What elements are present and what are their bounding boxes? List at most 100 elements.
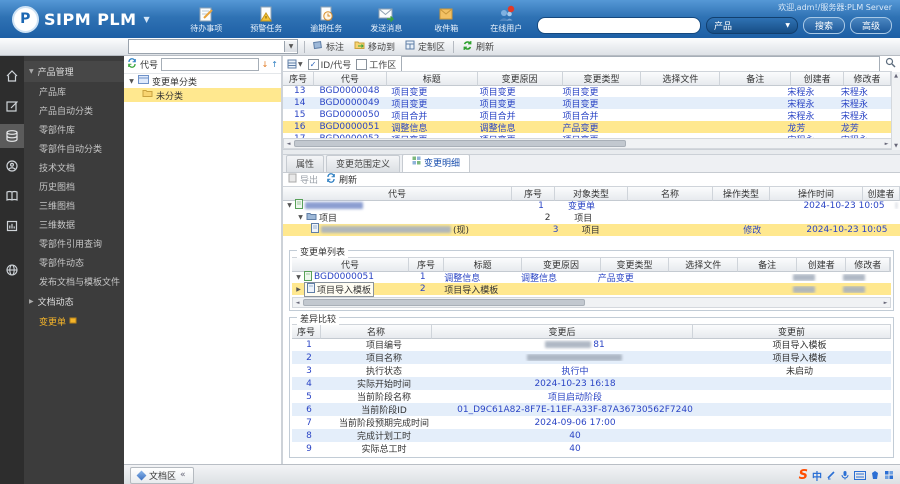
tree-root-change-order-classes[interactable]: ▼ 变更单分类: [124, 74, 281, 88]
change-order-code-link[interactable]: BGD0000050: [316, 110, 388, 120]
sidebar-item-parts-activity[interactable]: 零部件动态: [24, 253, 124, 272]
sidebar-item-product-library[interactable]: 产品库: [24, 82, 124, 101]
row-collapse-icon[interactable]: ▼: [297, 214, 304, 221]
app-logo[interactable]: P SIPM PLM ▼: [0, 5, 162, 33]
table-row-selected[interactable]: 16 BGD0000051 调整信息 调整信息 产品变更 龙芳 龙芳: [283, 121, 892, 134]
sidebar-item-technical-docs[interactable]: 技术文档: [24, 158, 124, 177]
ime-grid-icon[interactable]: [884, 470, 894, 480]
tree-table-row[interactable]: ▼ 项目 2 项目: [283, 212, 900, 224]
tab-change-details[interactable]: 变更明细: [402, 153, 471, 172]
change-order-code-link[interactable]: BGD0000051: [316, 122, 388, 132]
sidebar-item-parts-auto-classify[interactable]: 零部件自动分类: [24, 139, 124, 158]
send-message-button[interactable]: 发送消息: [356, 5, 416, 34]
move-to-button[interactable]: 移动到: [352, 40, 397, 53]
column-header[interactable]: 创建者: [863, 185, 900, 201]
column-header[interactable]: 创建者: [797, 257, 847, 272]
export-button[interactable]: 导出: [288, 173, 318, 186]
change-order-code-link[interactable]: BGD0000048: [316, 86, 388, 96]
todo-items-button[interactable]: 待办事项: [176, 5, 236, 34]
scroll-left-icon[interactable]: ◄: [284, 141, 293, 147]
sidebar-group-document-activity[interactable]: ▶ 文档动态: [24, 291, 124, 312]
ime-pen-icon[interactable]: [826, 470, 836, 480]
row-collapse-icon[interactable]: ▼: [295, 274, 302, 281]
diff-row[interactable]: 7 当前阶段预期完成时间 2024-09-06 17:00: [292, 416, 891, 430]
ime-mic-icon[interactable]: [840, 470, 850, 480]
scroll-right-icon[interactable]: ►: [881, 300, 890, 306]
sidebar-item-parts-reference-query[interactable]: 零部件引用查询: [24, 234, 124, 253]
search-category-select[interactable]: 产品 ▼: [705, 17, 798, 34]
sogou-logo-icon[interactable]: S: [799, 469, 808, 482]
sidebar-item-product-auto-classify[interactable]: 产品自动分类: [24, 101, 124, 120]
overdue-tasks-button[interactable]: 逾期任务: [296, 5, 356, 34]
column-header[interactable]: 操作时间: [770, 185, 863, 201]
scrollbar-thumb[interactable]: [303, 299, 585, 306]
column-header[interactable]: 变更前: [693, 324, 891, 339]
diff-row[interactable]: 1 项目编号 81 项目导入模板: [292, 338, 891, 352]
scroll-up-icon[interactable]: ▲: [892, 73, 900, 79]
refresh-button[interactable]: 刷新: [460, 40, 496, 54]
online-users-button[interactable]: 在线用户: [476, 5, 536, 34]
column-header[interactable]: 选择文件: [641, 71, 721, 86]
diff-row[interactable]: 6 当前阶段ID 01_D9C61A82-8F7E-11EF-A33F-87A3…: [292, 403, 891, 416]
annotate-button[interactable]: 标注: [311, 40, 346, 53]
advanced-search-button[interactable]: 高级: [849, 17, 892, 34]
column-header[interactable]: 操作类型: [713, 185, 770, 201]
ime-keyboard-icon[interactable]: [854, 470, 866, 480]
checkbox-checked-icon[interactable]: ✓: [307, 58, 319, 70]
view-menu-button[interactable]: ▼: [287, 59, 303, 69]
scroll-down-icon[interactable]: ▼: [892, 143, 900, 149]
warning-tasks-button[interactable]: 预警任务: [236, 5, 296, 34]
diff-row[interactable]: 2 项目名称 项目导入模板: [292, 351, 891, 364]
report-chart-icon[interactable]: [0, 214, 24, 238]
list-row-selected[interactable]: ▶ 项目导入模板 2 项目导入模板: [292, 281, 891, 297]
diff-row[interactable]: 9 实际总工时 40: [292, 442, 891, 456]
column-header[interactable]: 选择文件: [669, 257, 739, 272]
ime-skin-icon[interactable]: [870, 470, 880, 480]
column-header[interactable]: 备注: [738, 257, 798, 272]
document-area-tab[interactable]: 文档区 «: [130, 466, 194, 484]
book-icon[interactable]: [0, 184, 24, 208]
table-row[interactable]: 14 BGD0000049 项目变更 项目变更 项目变更 宋程永 宋程永: [283, 97, 892, 110]
sidebar-item-history-drawings[interactable]: 历史图档: [24, 177, 124, 196]
collapse-chevron-icon[interactable]: «: [180, 470, 186, 480]
checkbox-unchecked-icon[interactable]: [356, 58, 368, 70]
sidebar-item-change-order-selected[interactable]: 变更单: [24, 312, 124, 331]
tree-filter-input[interactable]: [161, 58, 259, 71]
row-collapse-icon[interactable]: ▼: [286, 202, 293, 209]
row-expand-icon[interactable]: ▶: [295, 286, 302, 293]
diff-row[interactable]: 5 当前阶段名称 项目启动阶段: [292, 390, 891, 404]
scrollbar-thumb[interactable]: [294, 140, 626, 147]
edit-icon[interactable]: [0, 94, 24, 118]
global-search-input[interactable]: [536, 17, 701, 34]
search-button[interactable]: 搜索: [802, 17, 845, 34]
filter-sort-icon[interactable]: ↑: [271, 60, 278, 69]
change-order-code-link[interactable]: BGD0000049: [316, 98, 388, 108]
globe-icon[interactable]: [0, 258, 24, 282]
data-library-icon[interactable]: [0, 124, 24, 148]
tab-properties[interactable]: 属性: [286, 154, 325, 172]
column-header[interactable]: 变更后: [432, 324, 693, 339]
horizontal-scrollbar[interactable]: ◄ ►: [283, 138, 892, 149]
sidebar-item-3d-drawings[interactable]: 三维图档: [24, 196, 124, 215]
column-header[interactable]: 序号: [292, 324, 321, 339]
tree-refresh-icon[interactable]: [127, 58, 137, 71]
sidebar-item-parts-library[interactable]: 零部件库: [24, 120, 124, 139]
focused-cell[interactable]: 项目导入模板: [304, 281, 375, 297]
id-code-checkbox[interactable]: ✓ ID/代号: [307, 58, 351, 71]
diff-row[interactable]: 3 执行状态 执行中 未启动: [292, 364, 891, 378]
column-header[interactable]: 备注: [720, 71, 792, 86]
diff-row[interactable]: 8 完成计划工时 40: [292, 429, 891, 442]
column-header[interactable]: 序号: [409, 257, 444, 272]
workspace-checkbox[interactable]: 工作区: [356, 58, 396, 71]
scroll-left-icon[interactable]: ◄: [293, 300, 302, 306]
detail-refresh-button[interactable]: 刷新: [326, 172, 357, 186]
sidebar-item-3d-data[interactable]: 三维数据: [24, 215, 124, 234]
list-filter-input[interactable]: [401, 56, 880, 72]
sidebar-group-product-management[interactable]: ▼ 产品管理: [24, 61, 124, 82]
home-icon[interactable]: [0, 64, 24, 88]
support-headset-icon[interactable]: [0, 154, 24, 178]
ime-lang-indicator[interactable]: 中: [812, 468, 822, 483]
column-header[interactable]: 序号: [283, 71, 314, 86]
sidebar-item-published-docs-templates[interactable]: 发布文档与模板文件: [24, 272, 124, 291]
scroll-right-icon[interactable]: ►: [882, 141, 891, 147]
